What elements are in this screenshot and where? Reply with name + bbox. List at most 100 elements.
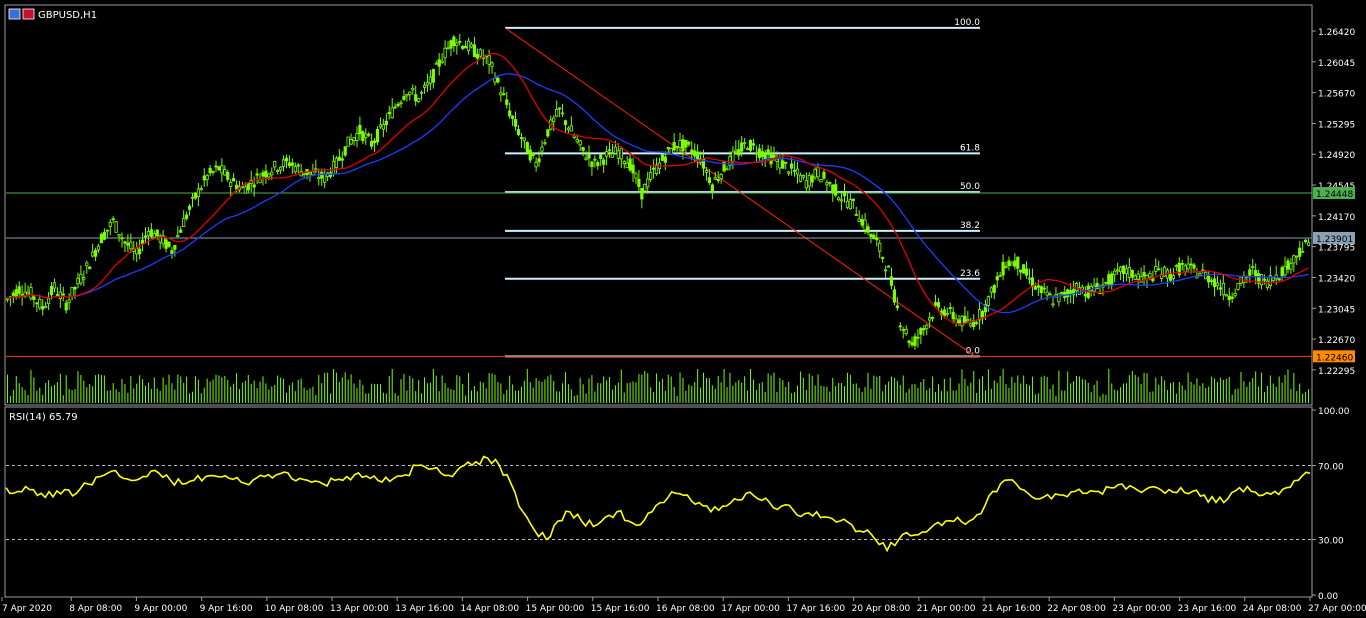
candle-body	[176, 234, 180, 237]
candle-body	[475, 53, 479, 59]
candle-body	[320, 171, 324, 179]
candle-body	[120, 237, 124, 240]
chart-canvas: 100.061.850.038.223.60.0 1.264201.260451…	[1, 4, 1366, 614]
candle-body	[886, 265, 891, 268]
candle-body	[361, 131, 365, 142]
candle-body	[1301, 250, 1305, 253]
candle-body	[434, 62, 438, 65]
rsi-tick-label: 30.00	[1318, 537, 1344, 547]
candle-body	[810, 175, 814, 183]
candle-body	[646, 178, 650, 188]
fib-level-label: 23.6	[960, 269, 980, 279]
candle-body	[267, 173, 271, 178]
candle-body	[754, 152, 758, 155]
candle-body	[340, 158, 344, 161]
time-tick-label: 15 Apr 16:00	[591, 604, 650, 614]
time-tick-label: 20 Apr 08:00	[852, 604, 911, 614]
candle-body	[672, 142, 676, 151]
candle-body	[408, 91, 412, 95]
candle-body	[819, 179, 823, 183]
candle-body	[933, 302, 938, 306]
candle-body	[155, 229, 159, 237]
time-tick-label: 9 Apr 00:00	[134, 604, 187, 614]
candle-body	[102, 231, 106, 240]
candle-body	[217, 166, 221, 171]
candle-body	[508, 110, 512, 117]
candle-body	[196, 188, 200, 198]
price-tick-label: 1.23420	[1318, 274, 1355, 284]
candle-body	[610, 153, 615, 158]
candle-body	[605, 151, 609, 157]
candle-body	[264, 170, 268, 178]
candle-body	[311, 170, 315, 176]
candle-body	[842, 192, 847, 197]
candle-body	[469, 43, 474, 48]
candle-body	[308, 172, 312, 175]
candle-body	[317, 177, 321, 180]
candle-body	[190, 196, 195, 199]
candle-body	[989, 287, 993, 293]
candle-body	[1142, 272, 1146, 277]
candle-body	[1013, 260, 1017, 267]
candle-body	[1121, 265, 1126, 275]
candle-body	[331, 160, 336, 175]
candle-body	[111, 218, 115, 221]
candle-body	[675, 145, 679, 148]
candle-body	[1230, 296, 1234, 299]
price-tick-label: 1.25295	[1318, 120, 1355, 130]
candle-body	[182, 218, 186, 227]
candle-body	[1110, 273, 1114, 286]
candle-body	[1010, 262, 1014, 266]
candle-body	[1154, 266, 1158, 272]
time-tick-label: 8 Apr 08:00	[69, 604, 122, 614]
candle-body	[334, 157, 339, 168]
candle-body	[522, 137, 526, 141]
candle-body	[631, 164, 635, 174]
candle-body	[969, 323, 973, 327]
candle-body	[73, 286, 77, 290]
candle-body	[349, 139, 353, 145]
candle-body	[875, 237, 879, 241]
candle-body	[834, 184, 838, 196]
candle-body	[187, 205, 192, 210]
candle-body	[966, 319, 970, 322]
candle-body	[690, 149, 694, 154]
candle-body	[146, 231, 151, 237]
candle-body	[892, 289, 897, 303]
candle-body	[660, 154, 665, 161]
candle-body	[837, 197, 841, 201]
candle-body	[276, 170, 280, 172]
rsi-pane-frame	[4, 406, 1313, 598]
rsi-pane[interactable]	[5, 455, 1312, 553]
fib-level-label: 100.0	[954, 18, 980, 28]
candle-body	[831, 184, 835, 194]
candle-body	[1083, 293, 1087, 297]
candle-body	[452, 36, 456, 47]
candle-body	[79, 273, 83, 284]
candle-body	[411, 87, 415, 91]
candle-body	[1289, 263, 1293, 270]
candle-body	[214, 165, 218, 168]
candle-body	[1215, 282, 1220, 287]
candle-body	[193, 192, 198, 199]
candle-body	[534, 162, 538, 168]
candle-body	[740, 142, 744, 152]
candle-body	[707, 177, 711, 184]
candle-body	[555, 109, 559, 117]
candle-body	[725, 168, 729, 171]
candle-body	[26, 291, 30, 295]
candle-body	[637, 178, 641, 188]
candle-body	[29, 287, 33, 299]
candle-body	[1227, 295, 1231, 301]
volume-histogram	[6, 369, 1310, 403]
price-tick-label: 1.25670	[1318, 90, 1355, 100]
candle-body	[916, 336, 920, 339]
candle-body	[1060, 291, 1064, 294]
candle-body	[558, 107, 562, 110]
candle-body	[1045, 291, 1049, 296]
price-pane[interactable]: 100.061.850.038.223.60.0	[5, 18, 1312, 358]
candle-body	[878, 242, 882, 252]
candle-body	[889, 276, 894, 286]
time-tick-label: 22 Apr 08:00	[1047, 604, 1106, 614]
candle-body	[44, 305, 48, 308]
